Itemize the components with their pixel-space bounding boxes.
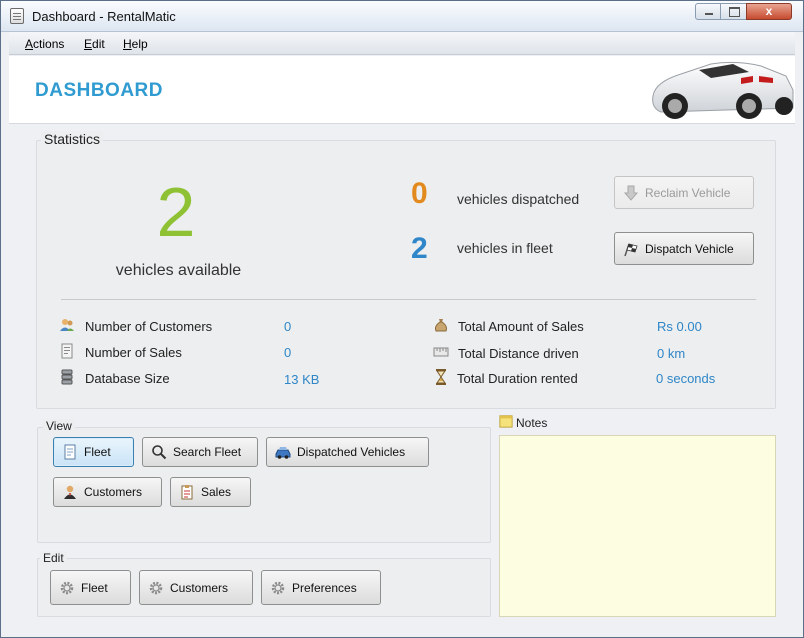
database-icon (59, 369, 75, 385)
hourglass-icon (433, 369, 449, 385)
edit-customers-button[interactable]: Customers (139, 570, 253, 605)
page-title: DASHBOARD (35, 80, 163, 101)
sales-icon (59, 343, 75, 359)
dispatched-label: vehicles dispatched (457, 191, 580, 207)
sales-amount-label: Total Amount of Sales (458, 319, 584, 334)
view-title: View (43, 419, 75, 433)
menu-edit[interactable]: Edit (84, 37, 105, 51)
car-banner-image (652, 61, 794, 119)
dispatched-vehicles-button[interactable]: Dispatched Vehicles (266, 437, 429, 467)
checkered-flag-icon (623, 241, 639, 257)
search-icon (151, 444, 167, 460)
main-window: Dashboard - RentalMatic x Actions Edit H… (0, 0, 804, 638)
notes-textarea[interactable] (499, 435, 776, 617)
sales-stat-value: 0 (284, 345, 292, 360)
distance-value: 0 km (657, 346, 686, 361)
fleet-count: 2 (411, 232, 428, 265)
duration-value: 0 seconds (656, 371, 716, 386)
maximize-button[interactable] (720, 3, 747, 20)
search-fleet-label: Search Fleet (173, 445, 242, 459)
customers-stat-value: 0 (284, 319, 292, 334)
dispatched-vehicles-label: Dispatched Vehicles (297, 445, 406, 459)
menu-actions[interactable]: Actions (25, 37, 64, 51)
distance-label: Total Distance driven (458, 346, 579, 361)
dispatch-vehicle-label: Dispatch Vehicle (645, 241, 734, 256)
distance-icon (433, 344, 449, 360)
menu-bar: Actions Edit Help (9, 32, 795, 55)
database-stat-label: Database Size (85, 371, 170, 386)
sales-stat-label: Number of Sales (85, 345, 182, 360)
reclaim-vehicle-label: Reclaim Vehicle (645, 185, 731, 200)
car-icon (275, 444, 291, 460)
menu-help[interactable]: Help (123, 37, 148, 51)
edit-title: Edit (40, 551, 67, 565)
gear-icon (148, 580, 164, 596)
edit-fleet-label: Fleet (81, 580, 108, 595)
dispatch-vehicle-button[interactable]: Dispatch Vehicle (614, 232, 754, 265)
statistics-divider (61, 299, 756, 300)
fleet-label: vehicles in fleet (457, 240, 553, 256)
statistics-title: Statistics (41, 131, 104, 147)
reclaim-vehicle-button[interactable]: Reclaim Vehicle (614, 176, 754, 209)
arrow-down-icon (623, 185, 639, 201)
title-bar: Dashboard - RentalMatic x (1, 1, 803, 32)
view-sales-button[interactable]: Sales (170, 477, 251, 507)
dispatched-count: 0 (411, 177, 428, 210)
customers-icon (59, 317, 75, 333)
edit-fleet-button[interactable]: Fleet (50, 570, 131, 605)
close-icon: x (765, 4, 773, 18)
vehicles-available-count: 2 (156, 173, 196, 251)
vehicles-available-label: vehicles available (115, 262, 242, 279)
clipboard-icon (179, 484, 195, 500)
dashboard-header: DASHBOARD (9, 56, 795, 124)
money-bag-icon (433, 317, 449, 333)
notes-title: Notes (516, 416, 548, 430)
edit-preferences-label: Preferences (292, 580, 357, 595)
document-icon (62, 444, 78, 460)
view-sales-label: Sales (201, 485, 232, 499)
customers-stat-label: Number of Customers (85, 319, 213, 334)
edit-customers-label: Customers (170, 580, 229, 595)
close-button[interactable]: x (746, 3, 792, 20)
sales-amount-value: Rs 0.00 (657, 319, 702, 334)
note-icon (499, 414, 515, 430)
person-icon (62, 484, 78, 500)
gear-icon (59, 580, 75, 596)
window-title: Dashboard - RentalMatic (32, 9, 176, 24)
edit-preferences-button[interactable]: Preferences (261, 570, 381, 605)
minimize-button[interactable] (695, 3, 721, 20)
gear-icon (270, 580, 286, 596)
app-icon (10, 8, 24, 24)
view-customers-button[interactable]: Customers (53, 477, 162, 507)
duration-label: Total Duration rented (457, 371, 578, 386)
view-customers-label: Customers (84, 485, 143, 499)
database-stat-value: 13 KB (284, 372, 320, 387)
search-fleet-button[interactable]: Search Fleet (142, 437, 258, 467)
view-fleet-label: Fleet (84, 445, 111, 459)
view-fleet-button[interactable]: Fleet (53, 437, 134, 467)
